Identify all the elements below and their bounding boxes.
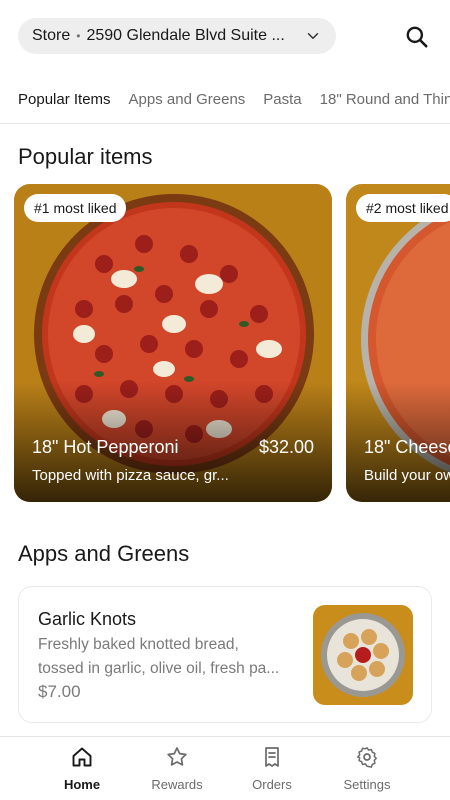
nav-settings-label: Settings: [343, 777, 391, 792]
most-liked-badge: #2 most liked: [356, 194, 450, 222]
header: Store • 2590 Glendale Blvd Suite ...: [0, 0, 450, 72]
popular-items-heading: Popular items: [18, 144, 153, 169]
popular-item-price: $32.00: [258, 437, 314, 457]
apps-and-greens-heading: Apps and Greens: [18, 541, 190, 566]
store-address: 2590 Glendale Blvd Suite ...: [86, 27, 285, 44]
menu-item-description: Freshly baked knotted bread, tossed in g…: [38, 633, 300, 681]
popular-item-card[interactable]: #1 most liked 18" Hot Pepperoni $32.00 T…: [14, 184, 332, 502]
menu-item-description-line: Freshly baked knotted bread,: [38, 636, 239, 653]
receipt-icon: [265, 747, 279, 767]
store-label: Store: [32, 27, 71, 44]
nav-orders-label: Orders: [252, 777, 292, 792]
gear-icon: [357, 747, 377, 768]
nav-home-label: Home: [63, 777, 101, 792]
nav-home[interactable]: Home: [37, 737, 127, 800]
tab-apps-and-greens[interactable]: Apps and Greens: [129, 80, 246, 123]
search-icon[interactable]: [404, 24, 430, 50]
home-icon: [72, 747, 92, 767]
menu-item-name: Garlic Knots: [38, 609, 137, 629]
popular-item-card[interactable]: #2 most liked 18" Cheese Build your own: [346, 184, 450, 502]
garlic-knots-photo: [313, 605, 413, 705]
nav-settings[interactable]: Settings: [322, 737, 412, 800]
nav-orders[interactable]: Orders: [227, 737, 317, 800]
star-icon: [167, 747, 187, 766]
nav-rewards[interactable]: Rewards: [132, 737, 222, 800]
nav-rewards-label: Rewards: [151, 777, 203, 792]
popular-item-name: 18" Cheese: [364, 437, 450, 457]
category-tabs: Popular Items Apps and Greens Pasta 18" …: [0, 80, 450, 124]
popular-items-carousel: #1 most liked 18" Hot Pepperoni $32.00 T…: [0, 184, 450, 502]
store-selector[interactable]: Store • 2590 Glendale Blvd Suite ...: [18, 18, 336, 54]
tab-18-round-and-thin[interactable]: 18" Round and Thin: [320, 80, 450, 123]
menu-item-price: $7.00: [38, 682, 81, 701]
chevron-down-icon: [307, 33, 319, 39]
popular-item-description: Topped with pizza sauce, gr...: [32, 467, 229, 484]
tab-popular-items[interactable]: Popular Items: [18, 80, 111, 123]
most-liked-badge: #1 most liked: [24, 194, 127, 222]
bottom-navigation: Home Rewards Orders Settings: [0, 736, 450, 800]
menu-item-card[interactable]: Garlic Knots Freshly baked knotted bread…: [18, 586, 432, 723]
tab-pasta[interactable]: Pasta: [263, 80, 301, 123]
menu-item-description-line: tossed in garlic, olive oil, fresh pa...: [38, 660, 280, 677]
popular-item-description: Build your own: [364, 467, 450, 484]
separator-dot: •: [76, 29, 81, 43]
popular-item-name: 18" Hot Pepperoni: [32, 437, 179, 457]
